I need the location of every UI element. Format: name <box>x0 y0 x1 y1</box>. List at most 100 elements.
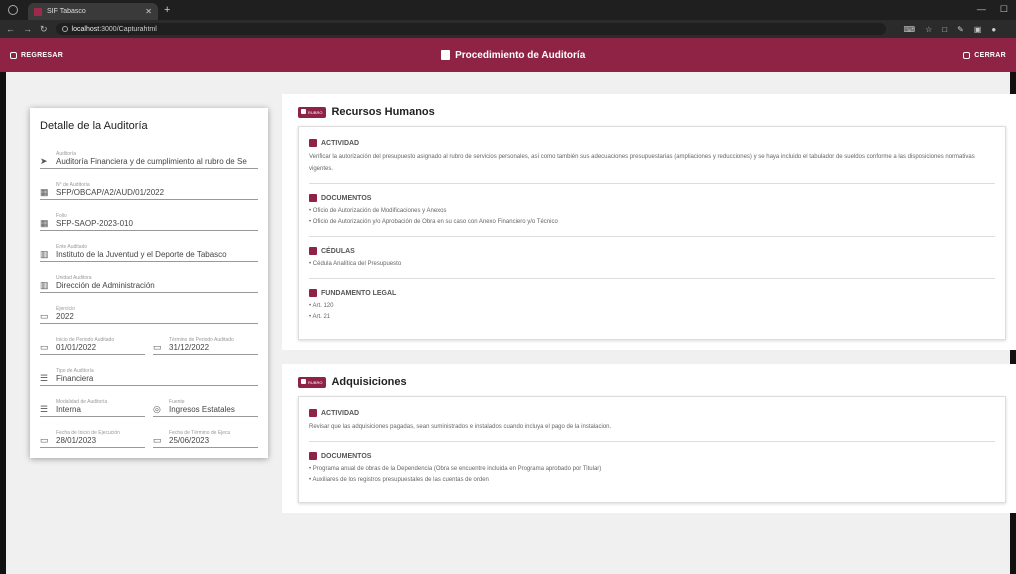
actividad-text: Verificar la autorización del presupuest… <box>309 154 975 172</box>
list-icon: ☰ <box>40 404 49 414</box>
document-icon <box>441 50 451 60</box>
minimize-icon[interactable]: — <box>977 4 986 15</box>
url-host: localhost <box>71 25 100 33</box>
list-item: • Auxiliares de los registros presupuest… <box>309 477 489 483</box>
field-value: Dirección de Administración <box>56 281 155 290</box>
rubro-tag: RUBRO <box>298 106 327 118</box>
list-item-text: Oficio de Autorización de Modificaciones… <box>312 208 447 214</box>
page-title: Procedimiento de Auditoría <box>441 50 585 61</box>
cedulas-block: CÉDULAS • Cédula Analítica del Presupues… <box>309 243 995 279</box>
procedure-panel: RUBRO Recursos Humanos ACTIVIDAD Verific… <box>282 94 1016 527</box>
arrow-icon: ➤ <box>40 156 48 166</box>
calendar-icon: ▭ <box>40 342 49 352</box>
list-icon: ☰ <box>40 373 49 383</box>
site-info-icon[interactable] <box>61 26 68 32</box>
section-title: RUBRO Adquisiciones <box>298 376 1006 388</box>
page-title-text: Procedimiento de Auditoría <box>455 49 586 61</box>
browser-menu-icon[interactable] <box>8 5 18 15</box>
section-rubro: RUBRO Adquisiciones ACTIVIDAD Revisar qu… <box>282 364 1016 513</box>
maximize-icon[interactable]: ☐ <box>1000 4 1008 15</box>
field-ente-auditado: ▥ Ente Auditado Instituto de la Juventud … <box>40 231 258 262</box>
list-item: • Oficio de Autorización y/o Aprobación … <box>309 219 558 225</box>
field-auditoria: ➤ Auditoría Auditoría Financiera y de cum… <box>40 138 258 169</box>
field-value: 25/06/2023 <box>169 436 210 445</box>
list-item: • Oficio de Autorización de Modificacion… <box>309 208 447 214</box>
actividad-block: ACTIVIDAD Revisar que las adquisiciones … <box>309 405 995 442</box>
app-header: REGRESAR Procedimiento de Auditoría CERR… <box>0 38 1016 72</box>
field-value: Financiera <box>56 374 94 383</box>
close-door-icon <box>963 51 971 59</box>
list-item: • Programa anual de obras de la Dependen… <box>309 466 602 472</box>
section-rubro: RUBRO Recursos Humanos ACTIVIDAD Verific… <box>282 94 1016 350</box>
folder-icon <box>309 194 317 202</box>
field-termino-ejecucion: ▭ Fecha de Término de Ejecu 25/06/2023 <box>153 417 258 448</box>
field-value: Ingresos Estatales <box>169 405 235 414</box>
field-value: Interna <box>56 405 81 414</box>
list-item-text: Art. 120 <box>312 303 334 309</box>
grid-icon: ▦ <box>40 218 49 228</box>
field-value: SFP/OBCAP/A2/AUD/01/2022 <box>56 188 165 197</box>
field-value: 31/12/2022 <box>169 343 210 352</box>
tab-search-icon[interactable]: □ <box>942 25 947 34</box>
list-item-text: Oficio de Autorización y/o Aprobación de… <box>312 219 558 225</box>
field-inicio-ejecucion: ▭ Fecha de Inicio de Ejecución 28/01/2023 <box>40 417 145 448</box>
main-content: Detalle de la Auditoría ➤ Auditoría Audit… <box>0 72 1016 574</box>
reload-icon[interactable]: ↻ <box>40 24 48 35</box>
url-field[interactable]: localhost:3000/Capturahtml <box>55 23 886 35</box>
section-card: ACTIVIDAD Verificar la autorización del … <box>298 126 1006 340</box>
detail-title: Detalle de la Auditoría <box>40 120 148 132</box>
field-ejercicio: ▭ Ejercicio 2022 <box>40 293 258 324</box>
section-name: Recursos Humanos <box>331 106 435 118</box>
field-inicio-periodo: ▭ Inicio de Periodo Auditado 01/01/2022 <box>40 324 145 355</box>
fundamento-block: FUNDAMENTO LEGAL • Art. 120 • Art. 21 <box>309 285 995 331</box>
profile-icon[interactable]: ● <box>991 25 996 34</box>
field-value: 2022 <box>56 312 74 321</box>
list-item: • Cédula Analítica del Presupuesto <box>309 261 402 267</box>
field-folio: ▦ Folio SFP-SAOP-2023-010 <box>40 200 258 231</box>
calendar-icon: ▭ <box>153 342 162 352</box>
field-value: 01/01/2022 <box>56 343 97 352</box>
field-value: Auditoría Financiera y de cumplimiento a… <box>56 157 247 166</box>
list-item-text: Art. 21 <box>312 314 331 320</box>
back-button-label: REGRESAR <box>21 51 64 59</box>
close-button-label: CERRAR <box>974 51 1006 59</box>
field-value: 28/01/2023 <box>56 436 97 445</box>
tab-close-icon[interactable]: ✕ <box>145 7 152 16</box>
field-value: Instituto de la Juventud y el Deporte de… <box>56 250 227 259</box>
field-modalidad: ☰ Modalidad de Auditoría Interna <box>40 386 145 417</box>
browser-tab[interactable]: SIF Tabasco ✕ <box>28 3 158 20</box>
field-numero-auditoria: ▦ N° de Auditoría SFP/OBCAP/A2/AUD/01/202… <box>40 169 258 200</box>
flag-icon <box>309 139 317 147</box>
field-value: SFP-SAOP-2023-010 <box>56 219 133 228</box>
modality-row: ☰ Modalidad de Auditoría Interna ◎ Fuente… <box>40 386 258 417</box>
translate-icon[interactable]: ⌨ <box>904 25 916 34</box>
block-title: DOCUMENTOS <box>321 452 372 460</box>
forward-icon[interactable]: → <box>23 24 32 34</box>
back-button[interactable]: REGRESAR <box>10 51 64 59</box>
close-button[interactable]: CERRAR <box>963 51 1006 59</box>
sidebar-icon[interactable]: ▣ <box>974 25 982 34</box>
field-termino-periodo: ▭ Término de Periodo Auditado 31/12/2022 <box>153 324 258 355</box>
section-card: ACTIVIDAD Revisar que las adquisiciones … <box>298 396 1006 503</box>
execution-row: ▭ Fecha de Inicio de Ejecución 28/01/2023… <box>40 417 258 448</box>
list-item: • Art. 21 <box>309 314 331 320</box>
field-tipo-auditoria: ☰ Tipo de Auditoría Financiera <box>40 355 258 386</box>
extensions-icon[interactable]: ✎ <box>957 25 964 34</box>
documentos-block: DOCUMENTOS • Oficio de Autorización de M… <box>309 190 995 237</box>
browser-tabstrip: SIF Tabasco ✕ + — ☐ <box>0 0 1016 20</box>
section-title: RUBRO Recursos Humanos <box>298 106 1006 118</box>
bookmark-star-icon[interactable]: ☆ <box>925 25 932 34</box>
rubro-tag: RUBRO <box>298 376 327 388</box>
field-unidad-auditora: ▥ Unidad Auditora Dirección de Administra… <box>40 262 258 293</box>
list-item-text: Programa anual de obras de la Dependenci… <box>312 466 602 472</box>
new-tab-icon[interactable]: + <box>164 4 170 16</box>
file-icon <box>309 247 317 255</box>
calendar-icon: ▭ <box>40 311 49 321</box>
block-title: ACTIVIDAD <box>321 139 360 147</box>
globe-icon: ◎ <box>153 404 161 414</box>
block-title: FUNDAMENTO LEGAL <box>321 289 397 297</box>
actividad-text: Revisar que las adquisiciones pagadas, s… <box>309 424 612 430</box>
back-icon[interactable]: ← <box>6 24 15 34</box>
audit-detail-card: Detalle de la Auditoría ➤ Auditoría Audit… <box>30 108 268 458</box>
list-item-text: Auxiliares de los registros presupuestal… <box>312 477 489 483</box>
